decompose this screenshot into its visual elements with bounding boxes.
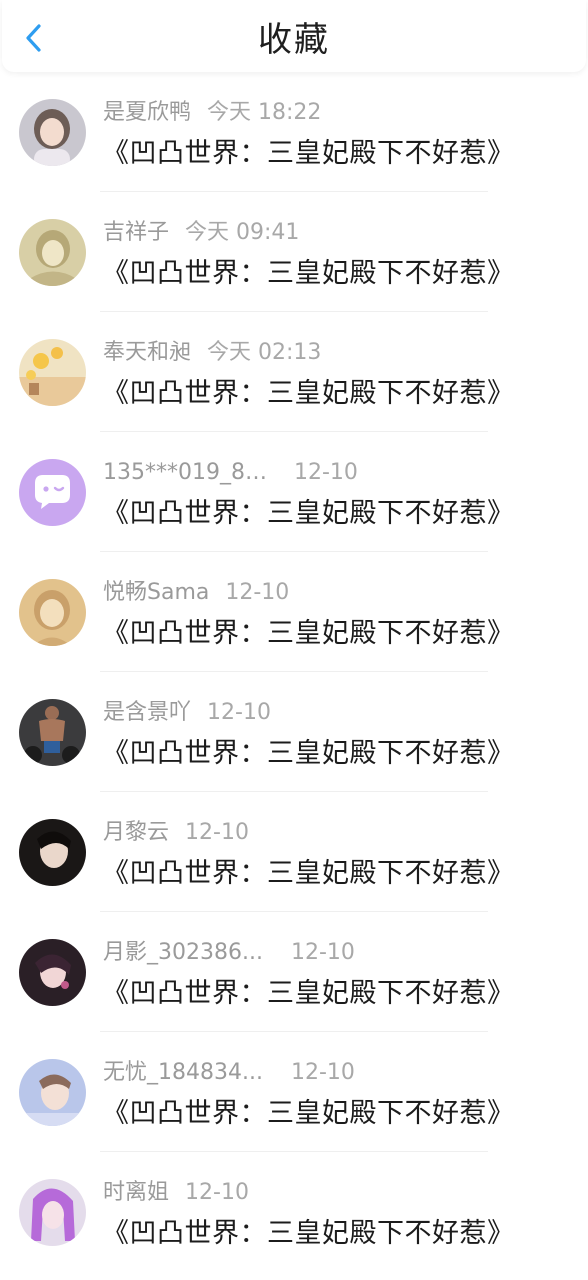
user-name[interactable]: 是夏欣鸭 [103, 98, 191, 128]
item-content[interactable]: 《凹凸世界：三皇妃殿下不好惹》 [102, 1096, 515, 1132]
user-name[interactable]: 奉天和昶 [103, 338, 191, 368]
favorites-list: 是夏欣鸭 今天 18:22 《凹凸世界：三皇妃殿下不好惹》 吉祥子 今天 09:41… [0, 72, 588, 1272]
page-title: 收藏 [258, 20, 330, 60]
list-item[interactable]: 是含景吖 12-10 《凹凸世界：三皇妃殿下不好惹》 [0, 672, 588, 792]
item-meta: 吉祥子 今天 09:41 [103, 218, 299, 248]
avatar[interactable] [19, 939, 86, 1006]
item-content[interactable]: 《凹凸世界：三皇妃殿下不好惹》 [102, 496, 515, 532]
item-meta: 月黎云 12-10 [103, 818, 249, 848]
user-name[interactable]: 时离姐 [103, 1178, 169, 1208]
user-name[interactable]: 吉祥子 [103, 218, 169, 248]
timestamp: 12-10 [185, 820, 249, 845]
item-meta: 时离姐 12-10 [103, 1178, 249, 1208]
item-meta: 奉天和昶 今天 02:13 [103, 338, 321, 368]
item-content[interactable]: 《凹凸世界：三皇妃殿下不好惹》 [102, 256, 515, 292]
timestamp: 12-10 [207, 700, 271, 725]
list-item[interactable]: 月影_302386... 12-10 《凹凸世界：三皇妃殿下不好惹》 [0, 912, 588, 1032]
item-content[interactable]: 《凹凸世界：三皇妃殿下不好惹》 [102, 976, 515, 1012]
timestamp: 今天 09:41 [185, 220, 300, 245]
item-content[interactable]: 《凹凸世界：三皇妃殿下不好惹》 [102, 136, 515, 172]
avatar[interactable] [19, 699, 86, 766]
avatar[interactable] [19, 1179, 86, 1246]
item-content[interactable]: 《凹凸世界：三皇妃殿下不好惹》 [102, 856, 515, 892]
item-content[interactable]: 《凹凸世界：三皇妃殿下不好惹》 [102, 376, 515, 412]
user-name[interactable]: 悦畅Sama [103, 578, 209, 608]
timestamp: 12-10 [225, 580, 290, 605]
item-content[interactable]: 《凹凸世界：三皇妃殿下不好惹》 [102, 1216, 515, 1252]
list-item[interactable]: 月黎云 12-10 《凹凸世界：三皇妃殿下不好惹》 [0, 792, 588, 912]
user-name[interactable]: 135***019_84... [103, 458, 278, 488]
list-item[interactable]: 是夏欣鸭 今天 18:22 《凹凸世界：三皇妃殿下不好惹》 [0, 72, 588, 192]
item-meta: 是夏欣鸭 今天 18:22 [103, 98, 321, 128]
avatar[interactable] [19, 819, 86, 886]
timestamp: 12-10 [185, 1180, 249, 1205]
list-item[interactable]: 奉天和昶 今天 02:13 《凹凸世界：三皇妃殿下不好惹》 [0, 312, 588, 432]
item-content[interactable]: 《凹凸世界：三皇妃殿下不好惹》 [102, 736, 515, 772]
item-meta: 135***019_84... 12-10 [103, 458, 358, 488]
list-item[interactable]: 无忧_184834... 12-10 《凹凸世界：三皇妃殿下不好惹》 [0, 1032, 588, 1152]
item-meta: 无忧_184834... 12-10 [103, 1058, 355, 1088]
timestamp: 12-10 [294, 460, 358, 485]
chat-bubble-icon [19, 459, 86, 526]
avatar[interactable] [19, 1059, 86, 1126]
avatar[interactable] [19, 219, 86, 286]
user-name[interactable]: 是含景吖 [103, 698, 191, 728]
item-meta: 月影_302386... 12-10 [103, 938, 355, 968]
avatar[interactable] [19, 579, 86, 646]
avatar[interactable] [19, 459, 86, 526]
list-item[interactable]: 时离姐 12-10 《凹凸世界：三皇妃殿下不好惹》 [0, 1152, 588, 1272]
avatar[interactable] [19, 99, 86, 166]
timestamp: 12-10 [290, 1060, 355, 1085]
user-name[interactable]: 月黎云 [103, 818, 169, 848]
timestamp: 今天 18:22 [207, 100, 322, 125]
top-bar: 收藏 [2, 0, 586, 72]
list-item[interactable]: 悦畅Sama 12-10 《凹凸世界：三皇妃殿下不好惹》 [0, 552, 588, 672]
list-item[interactable]: 吉祥子 今天 09:41 《凹凸世界：三皇妃殿下不好惹》 [0, 192, 588, 312]
item-content[interactable]: 《凹凸世界：三皇妃殿下不好惹》 [102, 616, 515, 652]
list-item[interactable]: 135***019_84... 12-10 《凹凸世界：三皇妃殿下不好惹》 [0, 432, 588, 552]
avatar[interactable] [19, 339, 86, 406]
timestamp: 12-10 [290, 940, 355, 965]
item-meta: 是含景吖 12-10 [103, 698, 271, 728]
user-name[interactable]: 月影_302386... [103, 938, 263, 968]
timestamp: 今天 02:13 [207, 340, 322, 365]
item-meta: 悦畅Sama 12-10 [103, 578, 289, 608]
user-name[interactable]: 无忧_184834... [103, 1058, 263, 1088]
